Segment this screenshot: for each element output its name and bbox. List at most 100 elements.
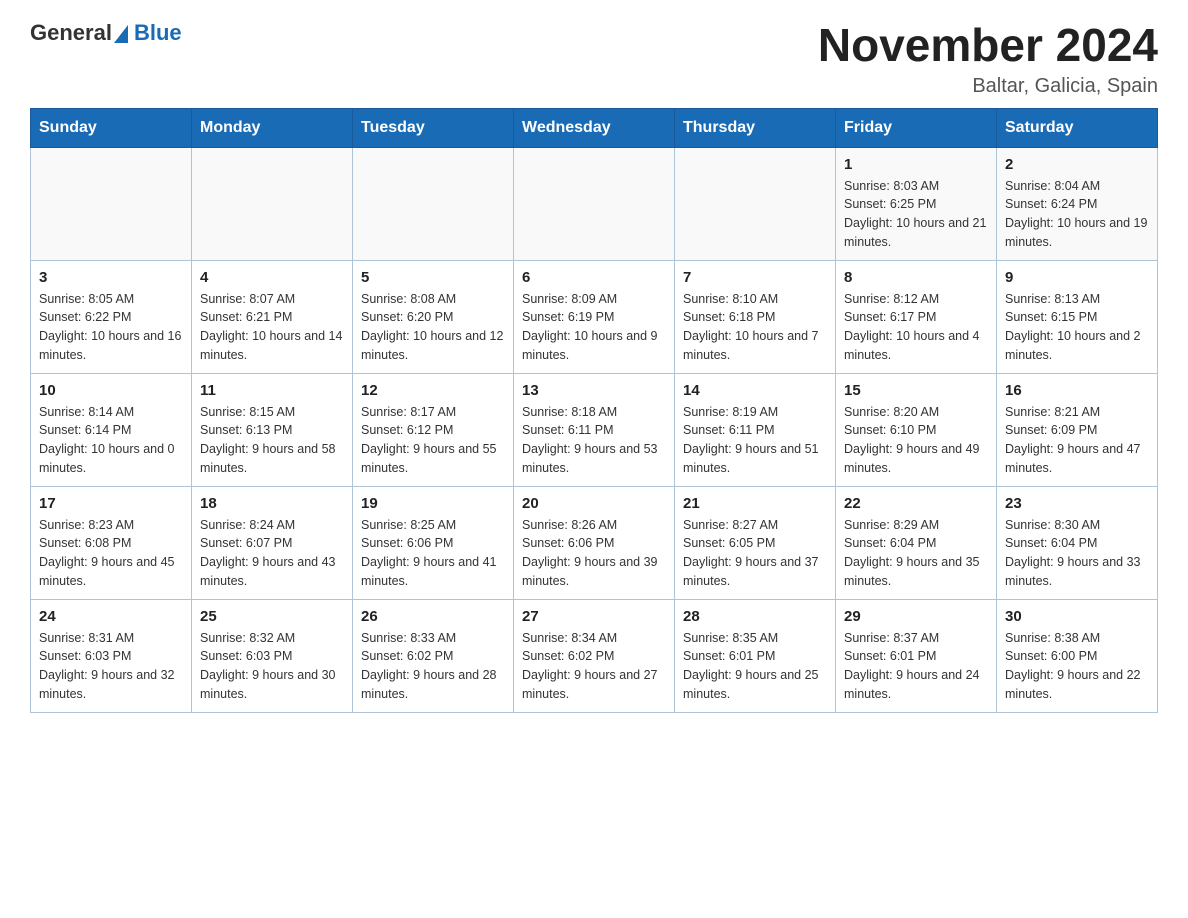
- day-info: Sunrise: 8:08 AMSunset: 6:20 PMDaylight:…: [361, 290, 505, 365]
- calendar-cell: 6 Sunrise: 8:09 AMSunset: 6:19 PMDaylight…: [514, 260, 675, 373]
- day-number: 13: [522, 382, 666, 399]
- day-number: 25: [200, 608, 344, 625]
- day-number: 5: [361, 269, 505, 286]
- calendar-cell: [675, 147, 836, 260]
- calendar-cell: 7 Sunrise: 8:10 AMSunset: 6:18 PMDaylight…: [675, 260, 836, 373]
- day-number: 1: [844, 156, 988, 173]
- day-number: 21: [683, 495, 827, 512]
- day-number: 4: [200, 269, 344, 286]
- day-number: 15: [844, 382, 988, 399]
- week-row-2: 10 Sunrise: 8:14 AMSunset: 6:14 PMDayligh…: [31, 373, 1158, 486]
- day-info: Sunrise: 8:26 AMSunset: 6:06 PMDaylight:…: [522, 516, 666, 591]
- day-info: Sunrise: 8:05 AMSunset: 6:22 PMDaylight:…: [39, 290, 183, 365]
- day-number: 23: [1005, 495, 1149, 512]
- day-info: Sunrise: 8:03 AMSunset: 6:25 PMDaylight:…: [844, 177, 988, 252]
- day-info: Sunrise: 8:33 AMSunset: 6:02 PMDaylight:…: [361, 629, 505, 704]
- week-row-1: 3 Sunrise: 8:05 AMSunset: 6:22 PMDaylight…: [31, 260, 1158, 373]
- page-header: General Blue November 2024 Baltar, Galic…: [30, 20, 1158, 98]
- day-info: Sunrise: 8:24 AMSunset: 6:07 PMDaylight:…: [200, 516, 344, 591]
- day-info: Sunrise: 8:27 AMSunset: 6:05 PMDaylight:…: [683, 516, 827, 591]
- day-info: Sunrise: 8:20 AMSunset: 6:10 PMDaylight:…: [844, 403, 988, 478]
- day-info: Sunrise: 8:17 AMSunset: 6:12 PMDaylight:…: [361, 403, 505, 478]
- day-info: Sunrise: 8:21 AMSunset: 6:09 PMDaylight:…: [1005, 403, 1149, 478]
- day-number: 28: [683, 608, 827, 625]
- calendar-table: SundayMondayTuesdayWednesdayThursdayFrid…: [30, 108, 1158, 713]
- day-info: Sunrise: 8:12 AMSunset: 6:17 PMDaylight:…: [844, 290, 988, 365]
- day-number: 12: [361, 382, 505, 399]
- calendar-cell: 21 Sunrise: 8:27 AMSunset: 6:05 PMDayligh…: [675, 486, 836, 599]
- header-tuesday: Tuesday: [353, 108, 514, 147]
- calendar-cell: [353, 147, 514, 260]
- day-info: Sunrise: 8:19 AMSunset: 6:11 PMDaylight:…: [683, 403, 827, 478]
- day-info: Sunrise: 8:18 AMSunset: 6:11 PMDaylight:…: [522, 403, 666, 478]
- day-number: 30: [1005, 608, 1149, 625]
- calendar-cell: 12 Sunrise: 8:17 AMSunset: 6:12 PMDayligh…: [353, 373, 514, 486]
- calendar-cell: 8 Sunrise: 8:12 AMSunset: 6:17 PMDaylight…: [836, 260, 997, 373]
- day-number: 11: [200, 382, 344, 399]
- day-number: 3: [39, 269, 183, 286]
- calendar-cell: 3 Sunrise: 8:05 AMSunset: 6:22 PMDaylight…: [31, 260, 192, 373]
- day-info: Sunrise: 8:29 AMSunset: 6:04 PMDaylight:…: [844, 516, 988, 591]
- day-info: Sunrise: 8:25 AMSunset: 6:06 PMDaylight:…: [361, 516, 505, 591]
- logo-triangle: [114, 25, 128, 43]
- calendar-cell: 1 Sunrise: 8:03 AMSunset: 6:25 PMDaylight…: [836, 147, 997, 260]
- calendar-cell: 25Sunrise: 8:32 AMSunset: 6:03 PMDayligh…: [192, 599, 353, 712]
- day-number: 19: [361, 495, 505, 512]
- calendar-cell: 22Sunrise: 8:29 AMSunset: 6:04 PMDayligh…: [836, 486, 997, 599]
- logo-blue: Blue: [134, 20, 182, 46]
- day-number: 10: [39, 382, 183, 399]
- title-section: November 2024 Baltar, Galicia, Spain: [818, 20, 1158, 98]
- week-row-3: 17Sunrise: 8:23 AMSunset: 6:08 PMDayligh…: [31, 486, 1158, 599]
- calendar-cell: 18Sunrise: 8:24 AMSunset: 6:07 PMDayligh…: [192, 486, 353, 599]
- day-info: Sunrise: 8:30 AMSunset: 6:04 PMDaylight:…: [1005, 516, 1149, 591]
- day-number: 6: [522, 269, 666, 286]
- day-info: Sunrise: 8:31 AMSunset: 6:03 PMDaylight:…: [39, 629, 183, 704]
- logo-general: General: [30, 20, 112, 46]
- calendar-cell: 13 Sunrise: 8:18 AMSunset: 6:11 PMDayligh…: [514, 373, 675, 486]
- day-info: Sunrise: 8:10 AMSunset: 6:18 PMDaylight:…: [683, 290, 827, 365]
- day-number: 14: [683, 382, 827, 399]
- day-info: Sunrise: 8:14 AMSunset: 6:14 PMDaylight:…: [39, 403, 183, 478]
- month-title: November 2024: [818, 20, 1158, 71]
- calendar-cell: 15 Sunrise: 8:20 AMSunset: 6:10 PMDayligh…: [836, 373, 997, 486]
- day-number: 17: [39, 495, 183, 512]
- calendar-cell: [514, 147, 675, 260]
- calendar-cell: 16 Sunrise: 8:21 AMSunset: 6:09 PMDayligh…: [997, 373, 1158, 486]
- calendar-cell: 2Sunrise: 8:04 AMSunset: 6:24 PMDaylight…: [997, 147, 1158, 260]
- calendar-cell: 20 Sunrise: 8:26 AMSunset: 6:06 PMDayligh…: [514, 486, 675, 599]
- calendar-header-row: SundayMondayTuesdayWednesdayThursdayFrid…: [31, 108, 1158, 147]
- header-wednesday: Wednesday: [514, 108, 675, 147]
- day-info: Sunrise: 8:15 AMSunset: 6:13 PMDaylight:…: [200, 403, 344, 478]
- calendar-cell: 29Sunrise: 8:37 AMSunset: 6:01 PMDayligh…: [836, 599, 997, 712]
- calendar-cell: 11 Sunrise: 8:15 AMSunset: 6:13 PMDayligh…: [192, 373, 353, 486]
- day-number: 27: [522, 608, 666, 625]
- day-info: Sunrise: 8:09 AMSunset: 6:19 PMDaylight:…: [522, 290, 666, 365]
- location-subtitle: Baltar, Galicia, Spain: [818, 75, 1158, 98]
- day-info: Sunrise: 8:13 AMSunset: 6:15 PMDaylight:…: [1005, 290, 1149, 365]
- header-sunday: Sunday: [31, 108, 192, 147]
- day-number: 16: [1005, 382, 1149, 399]
- calendar-cell: 9 Sunrise: 8:13 AMSunset: 6:15 PMDaylight…: [997, 260, 1158, 373]
- day-number: 8: [844, 269, 988, 286]
- day-number: 20: [522, 495, 666, 512]
- day-number: 7: [683, 269, 827, 286]
- calendar-cell: 27Sunrise: 8:34 AMSunset: 6:02 PMDayligh…: [514, 599, 675, 712]
- day-info: Sunrise: 8:37 AMSunset: 6:01 PMDaylight:…: [844, 629, 988, 704]
- calendar-cell: 19 Sunrise: 8:25 AMSunset: 6:06 PMDayligh…: [353, 486, 514, 599]
- week-row-4: 24Sunrise: 8:31 AMSunset: 6:03 PMDayligh…: [31, 599, 1158, 712]
- day-info: Sunrise: 8:38 AMSunset: 6:00 PMDaylight:…: [1005, 629, 1149, 704]
- calendar-cell: 23 Sunrise: 8:30 AMSunset: 6:04 PMDayligh…: [997, 486, 1158, 599]
- day-number: 9: [1005, 269, 1149, 286]
- header-thursday: Thursday: [675, 108, 836, 147]
- calendar-cell: 26Sunrise: 8:33 AMSunset: 6:02 PMDayligh…: [353, 599, 514, 712]
- calendar-cell: 24Sunrise: 8:31 AMSunset: 6:03 PMDayligh…: [31, 599, 192, 712]
- calendar-cell: 5 Sunrise: 8:08 AMSunset: 6:20 PMDaylight…: [353, 260, 514, 373]
- header-saturday: Saturday: [997, 108, 1158, 147]
- calendar-cell: 10 Sunrise: 8:14 AMSunset: 6:14 PMDayligh…: [31, 373, 192, 486]
- header-friday: Friday: [836, 108, 997, 147]
- day-info: Sunrise: 8:35 AMSunset: 6:01 PMDaylight:…: [683, 629, 827, 704]
- calendar-cell: 14 Sunrise: 8:19 AMSunset: 6:11 PMDayligh…: [675, 373, 836, 486]
- day-number: 2: [1005, 156, 1149, 173]
- calendar-cell: 28 Sunrise: 8:35 AMSunset: 6:01 PMDayligh…: [675, 599, 836, 712]
- header-monday: Monday: [192, 108, 353, 147]
